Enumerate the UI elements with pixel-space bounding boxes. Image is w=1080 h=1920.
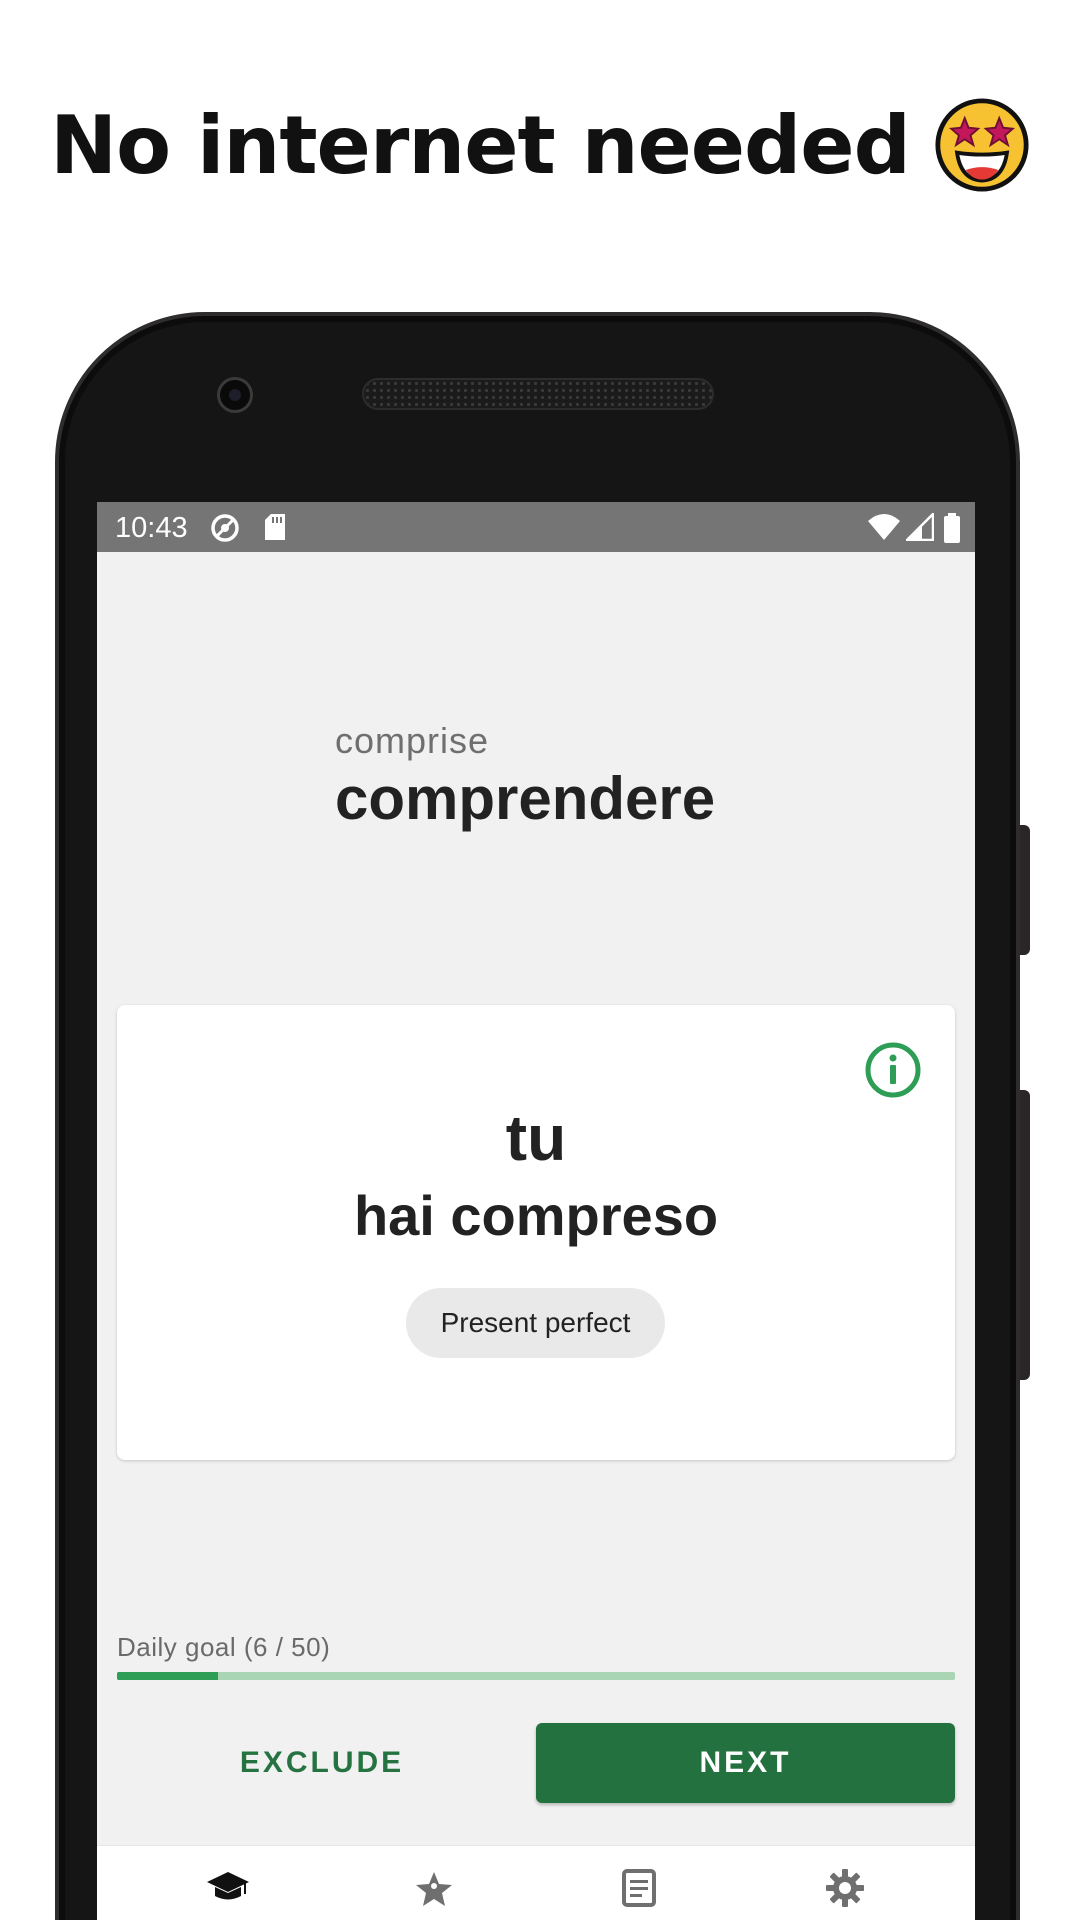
info-icon[interactable] — [864, 1041, 922, 1099]
gear-icon — [826, 1869, 864, 1907]
exclude-button[interactable]: EXCLUDE — [117, 1723, 527, 1803]
daily-goal-label: Daily goal (6 / 50) — [117, 1632, 331, 1662]
nav-item-settings[interactable] — [785, 1846, 905, 1920]
cell-signal-icon — [906, 513, 934, 541]
sd-card-icon — [265, 514, 285, 540]
headline: No internet needed — [0, 95, 1080, 195]
status-time: 10:43 — [115, 512, 188, 544]
graduation-cap-icon — [207, 1872, 249, 1900]
conjugated-form: hai compreso — [353, 1184, 719, 1247]
status-bar: 10:43 — [97, 502, 975, 552]
daily-goal-progress-fill — [117, 1672, 218, 1680]
earpiece-speaker — [362, 378, 714, 410]
app-screen: 10:43 comprise comprendere tu hai compre… — [97, 502, 975, 1920]
verb-prompt: comprise comprendere — [335, 720, 715, 833]
headline-text: No internet needed — [50, 98, 911, 192]
daily-goal-progress-bar — [117, 1672, 955, 1680]
do-not-disturb-icon — [211, 514, 239, 542]
verb-translation: comprise — [335, 720, 490, 761]
bottom-navigation — [97, 1845, 975, 1920]
pronoun: tu — [505, 1102, 567, 1174]
volume-button — [1020, 825, 1030, 955]
document-icon — [622, 1869, 656, 1907]
star-struck-emoji-icon — [935, 98, 1029, 192]
nav-item-learn[interactable] — [168, 1846, 288, 1920]
wifi-icon — [868, 514, 900, 540]
battery-icon — [944, 513, 960, 543]
nav-item-verbs[interactable] — [579, 1846, 699, 1920]
power-button — [1020, 1090, 1030, 1380]
nav-item-favorites[interactable] — [374, 1846, 494, 1920]
conjugation-card[interactable]: tu hai compreso Present perfect — [117, 1005, 955, 1460]
verb-infinitive: comprendere — [335, 765, 716, 832]
next-button[interactable]: NEXT — [536, 1723, 955, 1803]
front-camera — [217, 377, 253, 413]
tense-chip: Present perfect — [406, 1288, 665, 1358]
star-person-icon — [416, 1872, 452, 1906]
